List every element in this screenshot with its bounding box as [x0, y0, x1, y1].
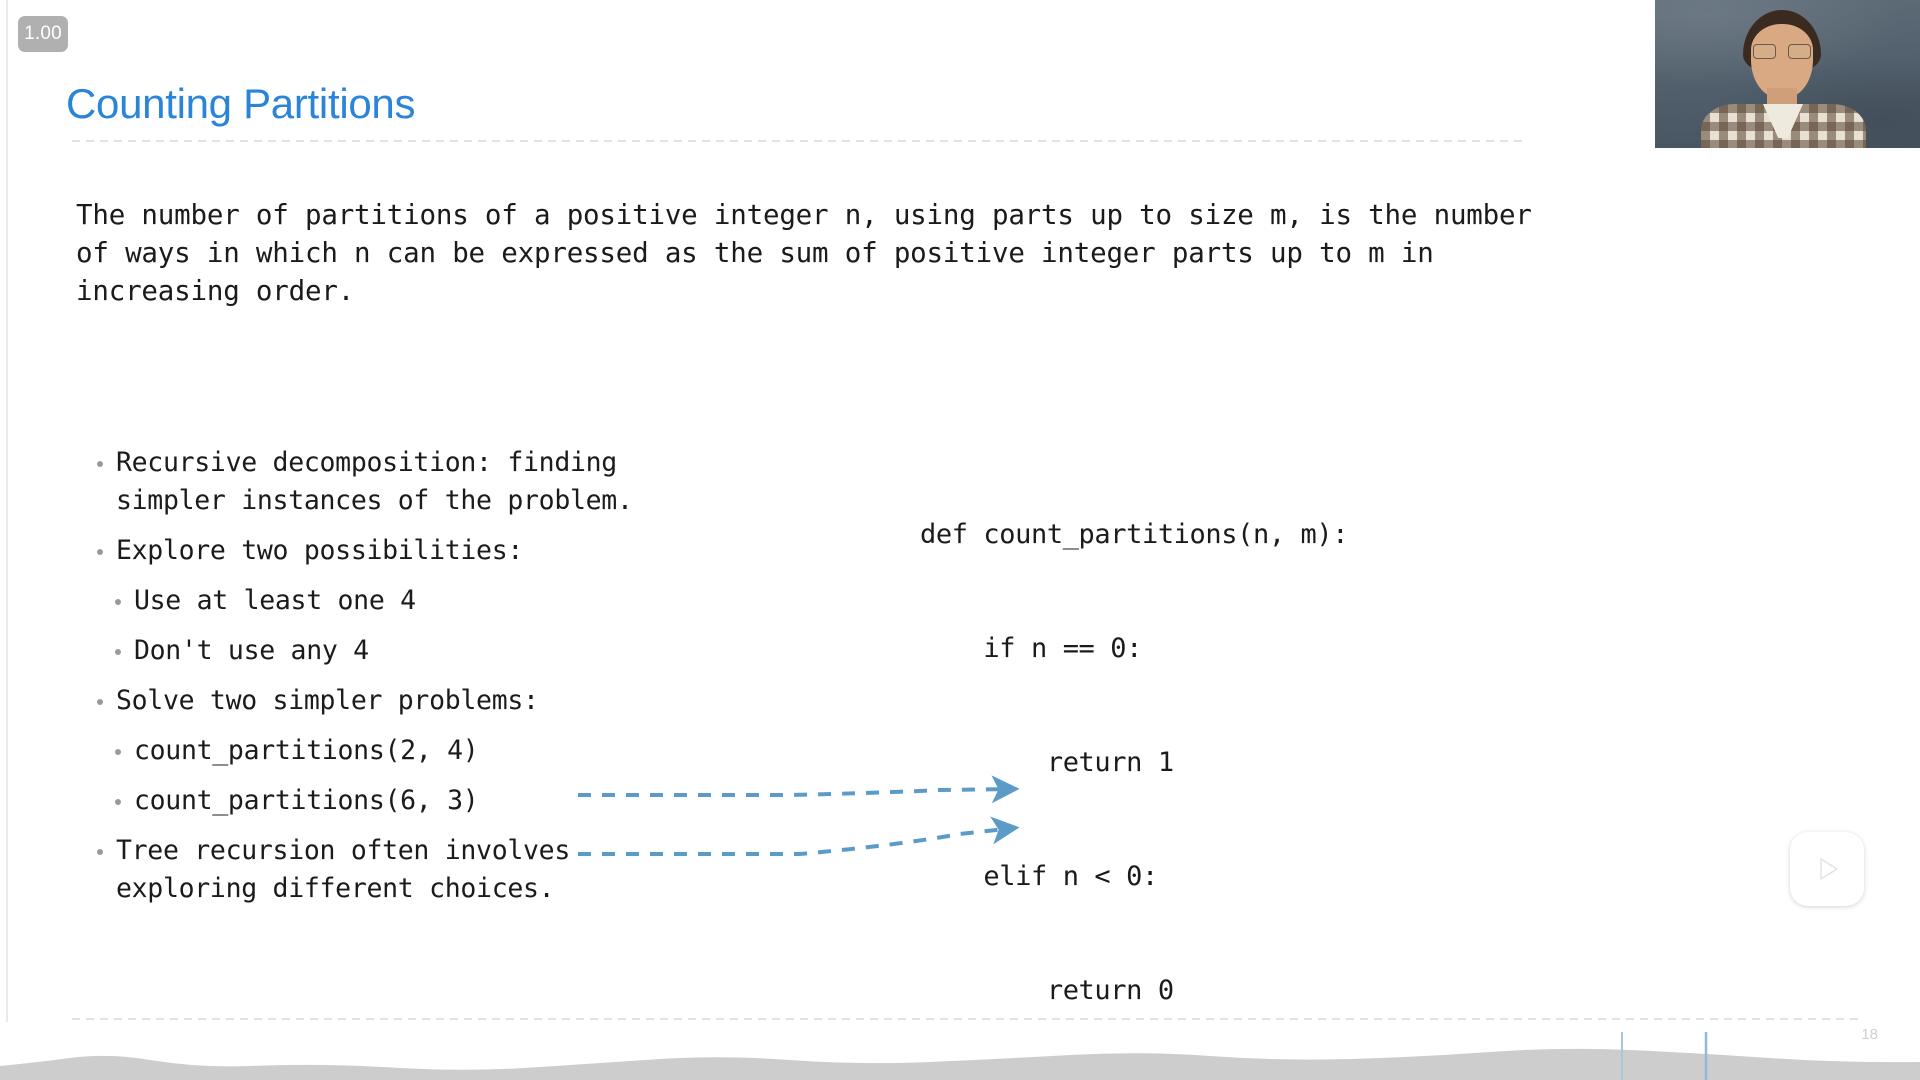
code-line: return 1: [920, 747, 1174, 778]
footer-rule: [72, 1018, 1862, 1020]
title-underline-rule: [72, 140, 1527, 142]
left-margin-rule: [6, 0, 8, 1022]
code-block: def count_partitions(n, m): if n == 0: r…: [920, 440, 1618, 1080]
waveform-shape: [0, 1032, 1920, 1080]
play-button[interactable]: [1790, 832, 1864, 906]
code-line: elif n < 0:: [920, 861, 1158, 892]
bullet-item: Recursive decomposition: finding simpler…: [92, 444, 772, 520]
lecture-video-player: 1.00 Counting Partitions The number of p…: [0, 0, 1920, 1080]
audio-waveform-scrubber[interactable]: [0, 1032, 1920, 1080]
bullet-item: Explore two possibilities:: [92, 532, 772, 570]
slide-bullet-list: Recursive decomposition: finding simpler…: [92, 444, 772, 920]
slide-title: Counting Partitions: [66, 80, 416, 127]
presenter-webcam-video[interactable]: [1655, 0, 1920, 148]
bullet-item: Tree recursion often involves exploring …: [92, 832, 772, 908]
bullet-item-call-2: count_partitions(6, 3): [92, 782, 772, 820]
bullet-item: Solve two simpler problems:: [92, 682, 772, 720]
code-line: return 0: [920, 975, 1174, 1006]
presenter-face: [1751, 24, 1813, 98]
bullet-item: Use at least one 4: [92, 582, 772, 620]
glasses-icon: [1753, 44, 1811, 59]
bullet-item-call-1: count_partitions(2, 4): [92, 732, 772, 770]
code-line: if n == 0:: [920, 633, 1142, 664]
play-icon: [1820, 858, 1838, 880]
slide-intro-paragraph: The number of partitions of a positive i…: [76, 199, 1532, 307]
bullet-item: Don't use any 4: [92, 632, 772, 670]
playback-speed-badge[interactable]: 1.00: [18, 16, 68, 52]
code-line: def count_partitions(n, m):: [920, 519, 1349, 550]
